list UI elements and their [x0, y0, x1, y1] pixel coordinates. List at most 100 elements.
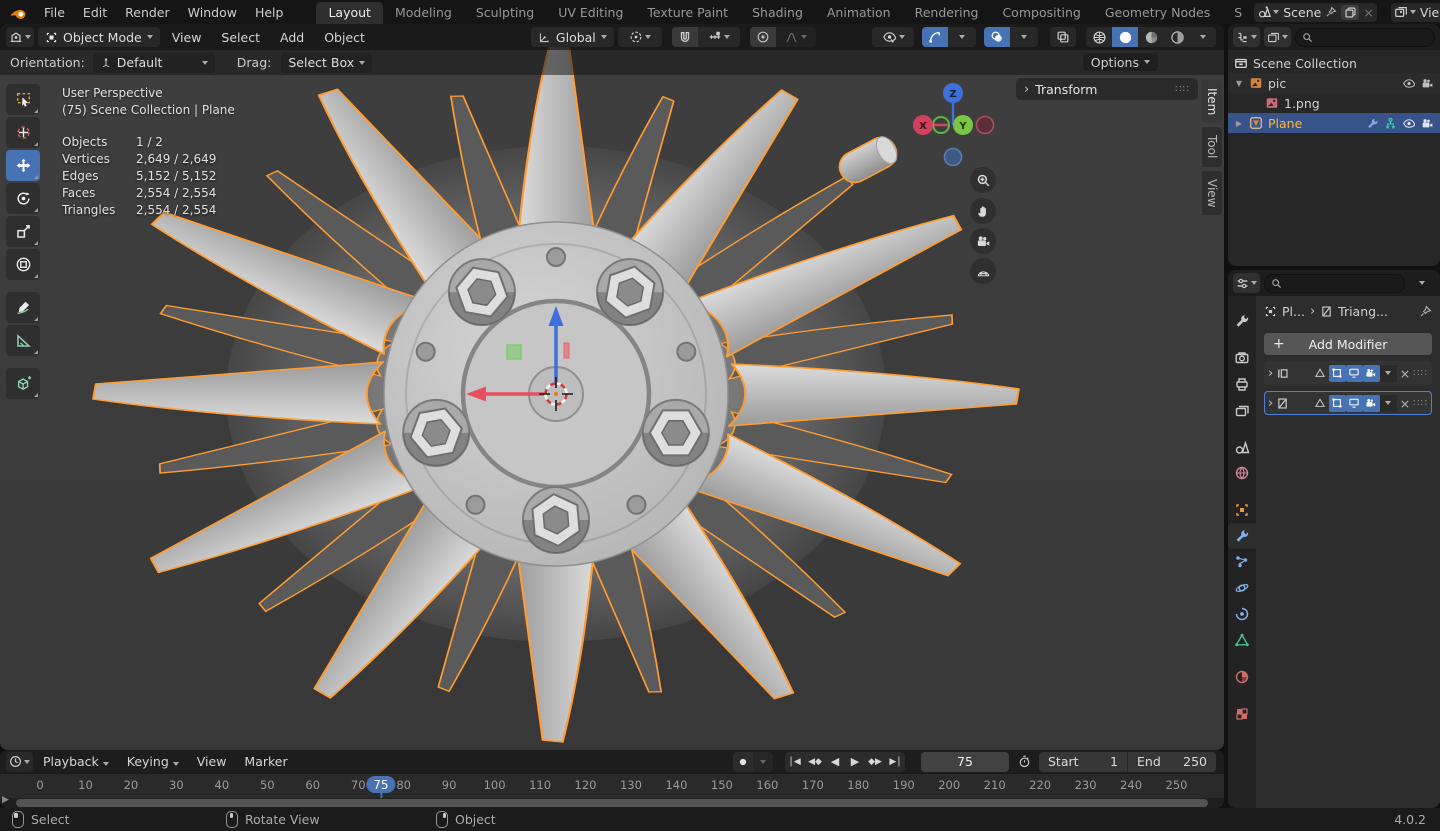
unlink-scene-button[interactable]: × — [1363, 5, 1373, 20]
sidebar-tab-view[interactable]: View — [1202, 170, 1222, 216]
tool-scale-button[interactable] — [6, 216, 40, 247]
delete-modifier-button[interactable]: × — [1400, 366, 1410, 381]
pin-icon[interactable] — [1325, 6, 1337, 18]
panel-drag-handle[interactable]: ∷∷ — [1175, 84, 1190, 95]
show-overlays-toggle[interactable] — [984, 27, 1010, 47]
timeline-ruler[interactable]: 75 0 10 20 30 40 50 60 70 80 90 100 110 120 130 140 150… — [0, 773, 1224, 798]
proportional-editing-toggle[interactable] — [749, 27, 776, 47]
properties-options-dropdown[interactable] — [1409, 273, 1435, 293]
properties-tab-material[interactable] — [1228, 664, 1256, 690]
menu-marker[interactable]: Marker — [236, 754, 295, 769]
properties-tab-physics[interactable] — [1228, 575, 1256, 601]
sidebar-tab-item[interactable]: Item — [1202, 80, 1222, 124]
workspace-tab-shading[interactable]: Shading — [740, 2, 815, 24]
properties-tab-constraints[interactable] — [1228, 601, 1256, 627]
disclosure-triangle-icon[interactable]: ▶ — [1234, 119, 1244, 128]
modifier-row-2-triangulate[interactable]: › × ∷∷ — [1264, 391, 1432, 415]
frame-start-field[interactable]: Start 1 — [1039, 751, 1128, 772]
workspace-tab-rendering[interactable]: Rendering — [903, 2, 991, 24]
menu-window[interactable]: Window — [179, 0, 246, 24]
menu-edit[interactable]: Edit — [74, 0, 116, 24]
tool-add-cube-button[interactable] — [6, 368, 40, 399]
next-keyframe-button[interactable]: ◆▶ — [865, 751, 885, 772]
properties-tab-modifiers[interactable] — [1228, 523, 1256, 549]
frame-end-field[interactable]: End 250 — [1128, 751, 1216, 772]
modifier-drag-handle[interactable]: ∷∷ — [1413, 368, 1428, 379]
properties-tab-tool[interactable] — [1228, 308, 1256, 334]
orientation-dropdown[interactable]: Default — [92, 52, 215, 73]
outliner-search-input[interactable] — [1295, 27, 1435, 47]
3d-viewport[interactable]: Z X Y Object Mode View Select Add Object — [0, 24, 1224, 750]
tool-measure-button[interactable] — [6, 325, 40, 356]
properties-search-input[interactable] — [1264, 273, 1405, 293]
workspace-tab-geometry-nodes[interactable]: Geometry Nodes — [1093, 2, 1222, 24]
previous-keyframe-button[interactable]: ◀◆ — [805, 751, 825, 772]
play-button[interactable]: ▶ — [845, 751, 865, 772]
transform-orientation-selector[interactable]: Global — [530, 27, 614, 47]
toggle-orthographic-button[interactable] — [970, 258, 996, 284]
expand-chevron-icon[interactable]: › — [1268, 366, 1273, 381]
viewlayer-name[interactable]: ViewLayer — [1420, 5, 1440, 20]
tool-annotate-button[interactable] — [6, 292, 40, 323]
pin-icon[interactable] — [1419, 305, 1432, 318]
xray-toggle[interactable] — [1050, 27, 1076, 47]
new-scene-button[interactable] — [1341, 4, 1360, 20]
properties-tab-view-layer[interactable] — [1228, 397, 1256, 423]
tool-select-box-button[interactable] — [6, 84, 40, 115]
jump-to-start-button[interactable]: | ◀ — [785, 751, 805, 772]
shading-rendered-button[interactable] — [1164, 27, 1190, 47]
menu-add[interactable]: Add — [272, 30, 312, 45]
menu-help[interactable]: Help — [246, 0, 293, 24]
object-visibility-selector[interactable] — [872, 27, 914, 47]
scene-name[interactable]: Scene — [1283, 5, 1321, 20]
zoom-button[interactable] — [970, 167, 996, 193]
expand-chevron-icon[interactable]: › — [1268, 396, 1273, 411]
camera-view-button[interactable] — [970, 228, 996, 254]
jump-to-end-button[interactable]: ▶ | — [885, 751, 905, 772]
viewlayer-icon[interactable] — [1394, 5, 1416, 19]
shading-solid-button[interactable] — [1112, 27, 1138, 47]
scene-icon[interactable] — [1257, 5, 1280, 19]
play-reverse-button[interactable]: ◀ — [825, 751, 845, 772]
render-toggle[interactable] — [1362, 394, 1380, 412]
tool-cursor-button[interactable] — [6, 117, 40, 148]
workspace-tab-modeling[interactable]: Modeling — [383, 2, 464, 24]
options-dropdown[interactable]: Options — [1082, 53, 1158, 71]
workspace-tab-sculpting[interactable]: Sculpting — [464, 2, 546, 24]
modifier-row-1[interactable]: › × ∷∷ — [1264, 361, 1432, 385]
snap-settings[interactable] — [697, 27, 740, 47]
properties-tab-data[interactable] — [1228, 627, 1256, 653]
properties-tab-texture[interactable] — [1228, 701, 1256, 727]
workspace-tab-s[interactable]: S — [1222, 2, 1254, 24]
properties-tab-particles[interactable] — [1228, 549, 1256, 575]
expand-arrow-icon[interactable]: ▶ — [2, 795, 9, 805]
workspace-tab-animation[interactable]: Animation — [815, 2, 903, 24]
shading-dropdown[interactable] — [1190, 27, 1216, 47]
outliner-row-1png[interactable]: 1.png — [1228, 93, 1440, 113]
pivot-point-selector[interactable] — [617, 27, 662, 47]
hide-eye-icon[interactable] — [1402, 117, 1416, 130]
modifier-extras-dropdown[interactable] — [1379, 364, 1397, 382]
gizmo-settings[interactable] — [948, 27, 976, 47]
workspace-tab-uv-editing[interactable]: UV Editing — [546, 2, 635, 24]
proportional-falloff-selector[interactable] — [775, 27, 816, 47]
menu-view[interactable]: View — [189, 754, 235, 769]
pan-button[interactable] — [970, 198, 996, 224]
sidebar-tab-tool[interactable]: Tool — [1202, 127, 1222, 167]
shading-wireframe-button[interactable] — [1086, 27, 1112, 47]
outliner-row-pic[interactable]: ▼ pic — [1228, 73, 1440, 93]
disable-render-camera-icon[interactable] — [1421, 77, 1434, 90]
disclosure-triangle-icon[interactable]: ▼ — [1234, 79, 1244, 88]
editor-type-button[interactable] — [6, 27, 34, 47]
menu-file[interactable]: File — [35, 0, 74, 24]
outliner-row-plane[interactable]: ▶ Plane — [1228, 113, 1440, 133]
auto-keying-dropdown[interactable] — [753, 751, 773, 772]
properties-tab-object[interactable] — [1228, 497, 1256, 523]
workspace-tab-compositing[interactable]: Compositing — [990, 2, 1092, 24]
tool-rotate-button[interactable] — [6, 183, 40, 214]
show-gizmo-toggle[interactable] — [922, 27, 948, 47]
edit-mode-toggle[interactable] — [1328, 394, 1346, 412]
breadcrumb-modifier[interactable]: Triang... — [1338, 304, 1414, 319]
drag-dropdown[interactable]: Select Box — [281, 52, 373, 73]
disable-render-camera-icon[interactable] — [1421, 117, 1434, 130]
